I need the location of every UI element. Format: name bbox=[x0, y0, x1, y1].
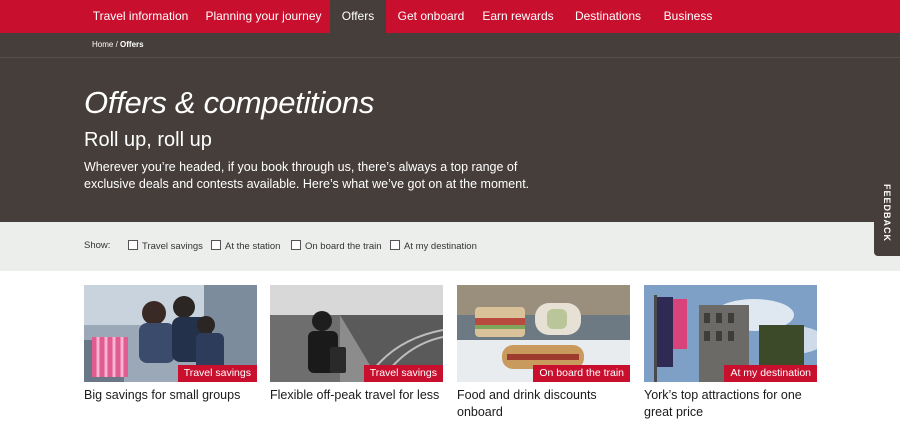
nav-item-planning-your-journey[interactable]: Planning your journey bbox=[198, 0, 329, 33]
group-selfie-photo: Travel savings bbox=[84, 285, 257, 382]
offer-card-off-peak[interactable]: Travel savings Flexible off-peak travel … bbox=[270, 285, 443, 404]
breadcrumb-home-link[interactable]: Home bbox=[92, 40, 113, 49]
breadcrumb: Home / Offers bbox=[92, 38, 144, 52]
offer-card-title: Food and drink discounts onboard bbox=[457, 388, 597, 419]
feedback-label: FEEDBACK bbox=[882, 183, 892, 243]
hero-banner: Home / Offers Offers & competitions Roll… bbox=[0, 33, 900, 222]
filter-label: Travel savings bbox=[142, 241, 203, 252]
offer-card-title: York’s top attractions for one great pri… bbox=[644, 388, 802, 419]
category-tag: On board the train bbox=[533, 365, 630, 382]
filter-show-label: Show: bbox=[84, 240, 111, 251]
nav-item-earn-rewards[interactable]: Earn rewards bbox=[474, 0, 562, 33]
filter-at-my-destination[interactable]: At my destination bbox=[390, 240, 477, 253]
category-tag: Travel savings bbox=[177, 365, 257, 382]
page-subtitle: Roll up, roll up bbox=[84, 129, 212, 151]
filter-travel-savings[interactable]: Travel savings bbox=[128, 240, 203, 253]
nav-item-get-onboard[interactable]: Get onboard bbox=[388, 0, 474, 33]
filter-bar: Show: Travel savings At the station On b… bbox=[0, 222, 900, 271]
breadcrumb-current: Offers bbox=[120, 40, 144, 49]
breadcrumb-divider bbox=[0, 57, 900, 58]
feedback-tab[interactable]: FEEDBACK bbox=[874, 170, 900, 256]
offer-card-title: Big savings for small groups bbox=[84, 388, 241, 402]
filter-label: On board the train bbox=[305, 241, 382, 252]
offer-card-york-attractions[interactable]: At my destination York’s top attractions… bbox=[644, 285, 817, 421]
filter-at-the-station[interactable]: At the station bbox=[211, 240, 280, 253]
filter-on-board-the-train[interactable]: On board the train bbox=[291, 240, 382, 253]
checkbox[interactable] bbox=[390, 240, 400, 250]
platform-traveller-photo: Travel savings bbox=[270, 285, 443, 382]
sandwiches-photo: On board the train bbox=[457, 285, 630, 382]
offer-card-title: Flexible off-peak travel for less bbox=[270, 388, 440, 402]
filter-label: At my destination bbox=[404, 241, 477, 252]
checkbox[interactable] bbox=[128, 240, 138, 250]
category-tag: At my destination bbox=[724, 365, 817, 382]
offer-card-group-savings[interactable]: Travel savings Big savings for small gro… bbox=[84, 285, 257, 404]
checkbox[interactable] bbox=[211, 240, 221, 250]
page-description: Wherever you’re headed, if you book thro… bbox=[84, 160, 530, 191]
page-title: Offers & competitions bbox=[84, 85, 375, 120]
category-tag: Travel savings bbox=[363, 365, 443, 382]
offer-card-food-drink[interactable]: On board the train Food and drink discou… bbox=[457, 285, 630, 421]
checkbox[interactable] bbox=[291, 240, 301, 250]
filter-label: At the station bbox=[225, 241, 281, 252]
nav-item-destinations[interactable]: Destinations bbox=[562, 0, 654, 33]
main-navigation: Travel information Planning your journey… bbox=[0, 0, 900, 33]
nav-item-business[interactable]: Business bbox=[654, 0, 722, 33]
nav-item-offers[interactable]: Offers bbox=[330, 0, 386, 33]
yorkshire-museum-photo: At my destination bbox=[644, 285, 817, 382]
nav-item-travel-information[interactable]: Travel information bbox=[84, 0, 197, 33]
breadcrumb-separator: / bbox=[113, 40, 121, 49]
